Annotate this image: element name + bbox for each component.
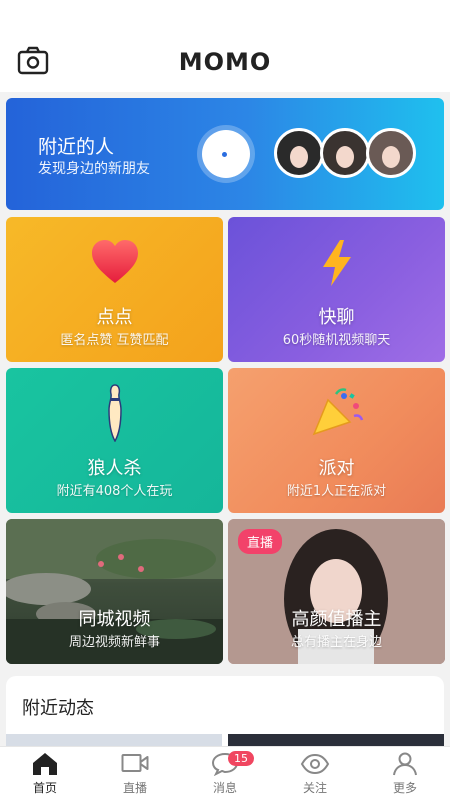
- tile-subtitle: 60秒随机视频聊天: [282, 333, 391, 348]
- unread-badge: 15: [228, 751, 254, 766]
- banner-title: 附近的人: [38, 136, 115, 158]
- tile-title: 高颜值播主: [291, 609, 382, 630]
- tile-subtitle: 匿名点赞 互赞匹配: [60, 333, 169, 348]
- tab-home[interactable]: 首页: [0, 747, 90, 800]
- tile-title: 派对: [318, 458, 355, 479]
- party-popper-icon: [312, 388, 364, 436]
- tab-label: 关注: [302, 781, 327, 795]
- avatar: [274, 128, 324, 178]
- tile-local-video[interactable]: 同城视频 周边视频新鲜事: [6, 519, 223, 664]
- tile-subtitle: 附近1人正在派对: [286, 484, 387, 499]
- bowling-pin-icon: [108, 384, 122, 442]
- tile-title: 同城视频: [78, 609, 151, 630]
- tile-title: 狼人杀: [87, 458, 142, 479]
- app-root: MOMO 附近的人 发现身边的新朋友 点点 匿名点赞 互赞匹配 快聊 60秒随机…: [0, 0, 450, 800]
- tile-top-streamers[interactable]: 直播 高颜值播主 总有播主在身边: [228, 519, 445, 664]
- video-camera-icon: [121, 754, 149, 772]
- nearby-feed-section: 附近动态: [6, 676, 444, 756]
- lightning-icon: [323, 240, 351, 286]
- app-logo: MOMO: [178, 48, 272, 76]
- tab-messages[interactable]: 15 消息: [180, 747, 270, 800]
- tile-subtitle: 周边视频新鲜事: [68, 635, 160, 650]
- eye-icon: [300, 753, 330, 775]
- tab-label: 首页: [32, 781, 57, 795]
- heart-icon: [92, 240, 138, 283]
- tile-subtitle: 附近有408个人在玩: [56, 484, 173, 499]
- avatar: [366, 128, 416, 178]
- tab-label: 消息: [212, 781, 237, 795]
- user-icon: [393, 752, 417, 776]
- bottom-tab-bar: 首页 直播 15 消息 关注 更多: [0, 746, 450, 800]
- tile-diandian[interactable]: 点点 匿名点赞 互赞匹配: [6, 217, 223, 362]
- tile-party[interactable]: 派对 附近1人正在派对: [228, 368, 445, 513]
- live-badge: 直播: [238, 529, 283, 554]
- tab-more[interactable]: 更多: [360, 747, 450, 800]
- top-header: MOMO: [0, 0, 450, 92]
- tile-subtitle: 总有播主在身边: [290, 635, 382, 650]
- tile-kuailiao[interactable]: 快聊 60秒随机视频聊天: [228, 217, 445, 362]
- tile-werewolf[interactable]: 狼人杀 附近有408个人在玩: [6, 368, 223, 513]
- tile-title: 点点: [96, 307, 133, 328]
- tab-live[interactable]: 直播: [90, 747, 180, 800]
- tab-following[interactable]: 关注: [270, 747, 360, 800]
- avatar: [320, 128, 370, 178]
- tab-label: 更多: [392, 781, 417, 795]
- nearby-people-banner[interactable]: 附近的人 发现身边的新朋友: [6, 98, 444, 210]
- tab-label: 直播: [122, 781, 147, 795]
- radar-icon: [202, 130, 250, 178]
- section-title: 附近动态: [22, 698, 94, 719]
- tile-title: 快聊: [318, 307, 355, 328]
- banner-subtitle: 发现身边的新朋友: [38, 161, 150, 177]
- home-icon: [33, 753, 57, 775]
